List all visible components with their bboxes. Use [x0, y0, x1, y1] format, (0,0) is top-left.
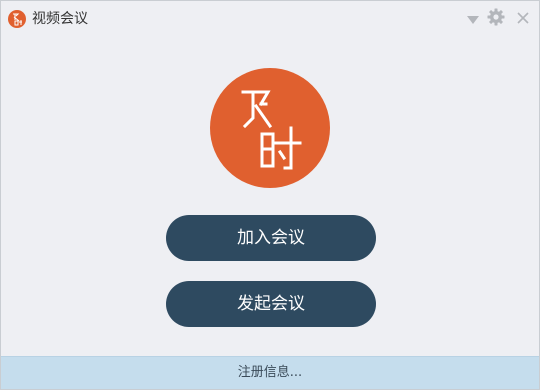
settings-button[interactable] — [486, 8, 506, 30]
triangle-down-icon — [466, 10, 480, 29]
dropdown-button[interactable] — [463, 9, 483, 29]
app-logo-icon — [8, 10, 26, 28]
register-info-link[interactable]: 注册信息... — [1, 356, 539, 389]
close-button[interactable] — [513, 9, 533, 29]
window-title: 视频会议 — [32, 11, 88, 27]
start-meeting-button[interactable]: 发起会议 — [166, 281, 376, 327]
app-logo — [210, 68, 330, 188]
title-bar[interactable]: 视频会议 — [1, 1, 539, 37]
app-window: 视频会议 加入会议 发起会议 注册信息... — [0, 0, 540, 390]
join-meeting-button[interactable]: 加入会议 — [166, 215, 376, 261]
gear-icon — [487, 8, 505, 30]
close-icon — [516, 10, 530, 29]
